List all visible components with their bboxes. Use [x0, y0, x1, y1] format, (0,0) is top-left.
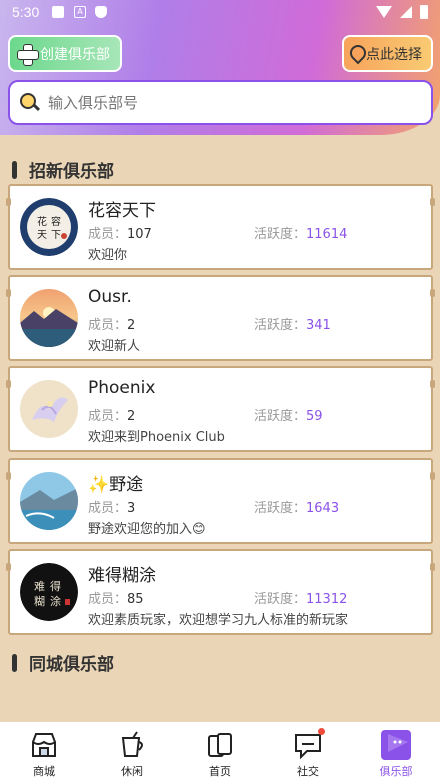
svg-text:容: 容 — [51, 215, 61, 228]
plus-icon — [16, 43, 39, 66]
tab-club[interactable]: 俱乐部 — [352, 722, 440, 782]
shield-icon — [95, 6, 107, 18]
club-card[interactable]: Phoenix 成员：2 活跃度：59 欢迎来到Phoenix Club — [6, 366, 435, 452]
shop-icon — [29, 730, 59, 760]
chat-icon — [293, 728, 325, 760]
member-count: 成员：85 — [88, 592, 144, 607]
tab-home-label: 首页 — [209, 765, 231, 778]
card-icon — [205, 730, 235, 760]
activity-score: 活跃度：341 — [254, 318, 331, 333]
club-avatar — [20, 380, 78, 438]
member-count: 成员：107 — [88, 227, 152, 242]
club-description: 野途欢迎您的加入😊 — [88, 522, 206, 537]
section-local-title: 同城俱乐部 — [12, 650, 114, 675]
section-local-label: 同城俱乐部 — [29, 655, 114, 675]
activity-score: 活跃度：59 — [254, 409, 323, 424]
member-count: 成员：2 — [88, 318, 136, 333]
club-card[interactable]: ✨野途 成员：3 活跃度：1643 野途欢迎您的加入😊 — [6, 458, 435, 544]
svg-text:难: 难 — [34, 580, 45, 593]
club-name: Phoenix — [88, 378, 156, 398]
tab-shop[interactable]: 商城 — [0, 722, 88, 782]
svg-text:涂: 涂 — [50, 594, 61, 608]
member-count: 成员：3 — [88, 501, 136, 516]
location-select-label: 点此选择 — [366, 46, 422, 63]
create-club-button[interactable]: 创建俱乐部 — [8, 35, 122, 72]
club-card[interactable]: 花 容 天 下 花容天下 成员：107 活跃度：11614 欢迎你 — [6, 184, 435, 270]
search-icon — [20, 92, 40, 113]
club-description: 欢迎素质玩家，欢迎想学习九人标准的新玩家 — [88, 613, 349, 628]
member-count: 成员：2 — [88, 409, 136, 424]
club-name: Ousr. — [88, 287, 132, 307]
activity-score: 活跃度：1643 — [254, 501, 340, 516]
club-name: 难得糊涂 — [88, 566, 156, 586]
tab-home[interactable]: 首页 — [176, 722, 264, 782]
location-pin-icon — [350, 45, 364, 63]
club-description: 欢迎你 — [88, 248, 128, 263]
svg-text:花: 花 — [37, 215, 47, 228]
activity-score: 活跃度：11614 — [254, 227, 348, 242]
section-recruit-label: 招新俱乐部 — [29, 162, 114, 182]
search-bar[interactable] — [8, 80, 433, 125]
tab-club-label: 俱乐部 — [379, 765, 413, 778]
club-avatar: 难 得 糊 涂 — [20, 563, 78, 621]
status-bar: 5:30 A — [0, 0, 440, 26]
tab-social[interactable]: 社交 — [264, 722, 352, 782]
status-time: 5:30 — [12, 4, 40, 20]
wifi-icon — [376, 6, 392, 18]
battery-icon — [420, 5, 428, 19]
svg-text:得: 得 — [50, 580, 61, 593]
bottom-tab-bar: 商城 休闲 首页 社交 俱乐部 — [0, 722, 440, 782]
tab-leisure-label: 休闲 — [121, 765, 143, 778]
section-bar — [12, 160, 17, 179]
section-bar — [12, 653, 17, 672]
tab-social-label: 社交 — [297, 765, 319, 778]
club-name: 花容天下 — [88, 201, 156, 221]
flag-icon — [381, 730, 411, 760]
notification-icon — [52, 6, 64, 18]
club-description: 欢迎来到Phoenix Club — [88, 430, 225, 445]
club-avatar: 花 容 天 下 — [20, 198, 78, 256]
section-recruit-title: 招新俱乐部 — [12, 157, 114, 182]
svg-text:糊: 糊 — [34, 594, 45, 608]
tab-shop-label: 商城 — [33, 765, 55, 778]
club-card[interactable]: 难 得 糊 涂 难得糊涂 成员：85 活跃度：11312 欢迎素质玩家，欢迎想学… — [6, 549, 435, 635]
club-avatar — [20, 472, 78, 530]
club-card[interactable]: Ousr. 成员：2 活跃度：341 欢迎新人 — [6, 275, 435, 361]
club-avatar — [20, 289, 78, 347]
search-input[interactable] — [48, 93, 408, 112]
notification-dot — [318, 728, 325, 735]
tab-leisure[interactable]: 休闲 — [88, 722, 176, 782]
activity-score: 活跃度：11312 — [254, 592, 348, 607]
create-club-label: 创建俱乐部 — [40, 46, 110, 63]
location-select-button[interactable]: 点此选择 — [342, 35, 433, 72]
club-description: 欢迎新人 — [88, 339, 141, 354]
app-a-icon: A — [74, 6, 86, 18]
cup-icon — [117, 730, 147, 760]
club-name: ✨野途 — [88, 475, 144, 495]
signal-icon — [400, 6, 412, 18]
svg-text:下: 下 — [51, 230, 61, 241]
svg-text:天: 天 — [37, 230, 47, 241]
